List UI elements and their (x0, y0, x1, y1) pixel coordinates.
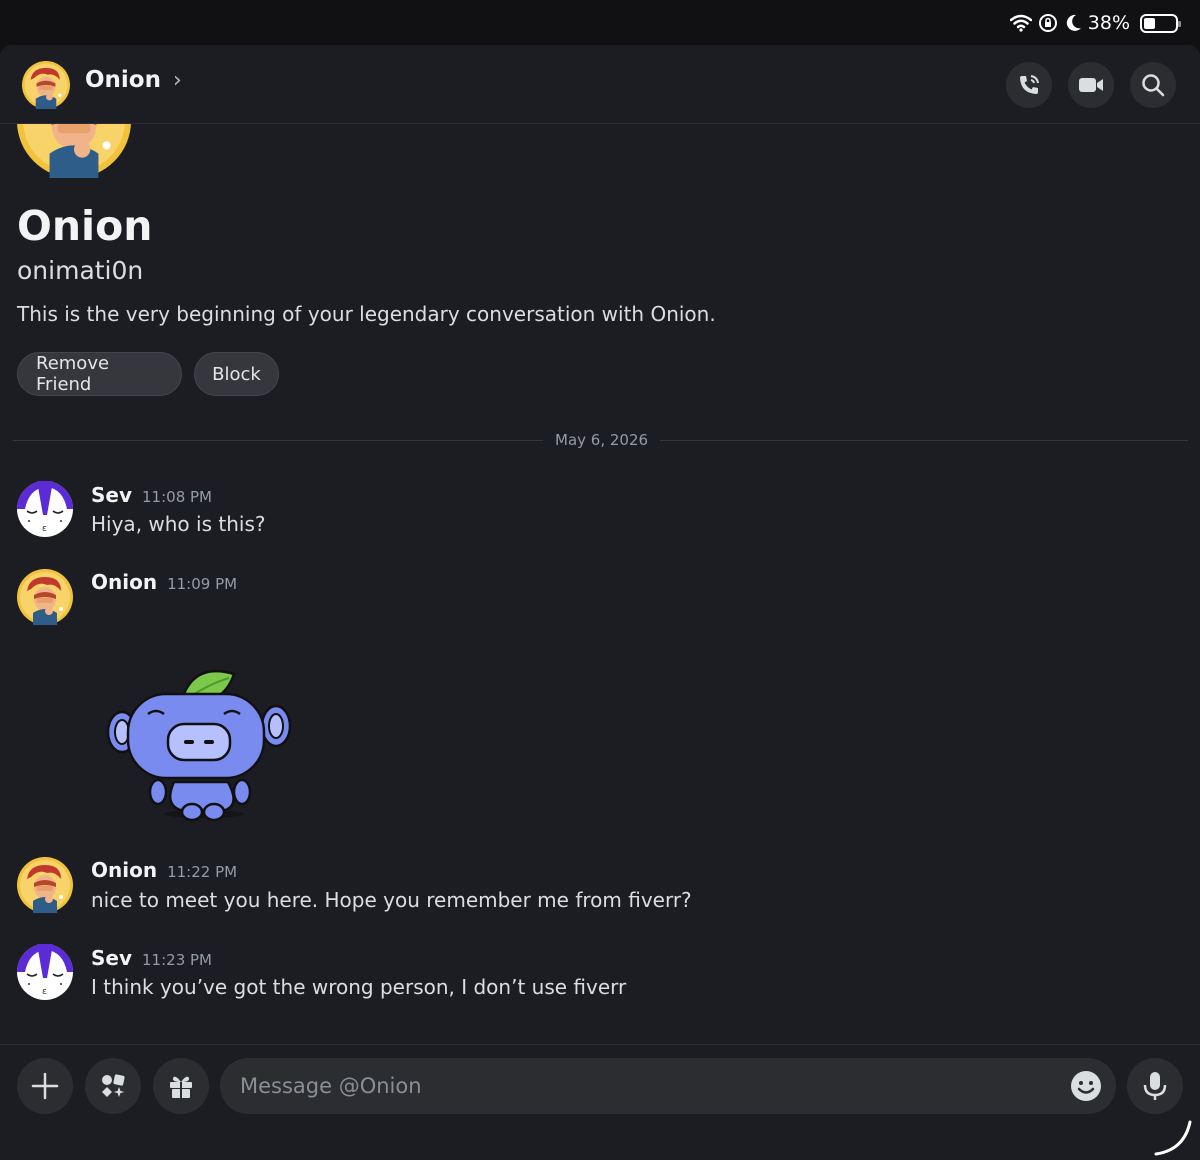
message-timestamp: 11:09 PM (167, 575, 238, 593)
dm-window: Onion › Onion onimati0n This is the very… (0, 45, 1200, 1160)
dm-header: Onion › (0, 45, 1200, 124)
wifi-icon (1009, 14, 1032, 32)
date-divider: May 6, 2026 (543, 431, 661, 449)
avatar[interactable] (17, 944, 73, 1000)
status-bar: 38% (0, 0, 1200, 45)
message-input[interactable]: Message @Onion (220, 1058, 1116, 1114)
message-text: Hiya, who is this? (91, 512, 266, 536)
apps-icon (102, 1074, 125, 1097)
plus-icon (31, 1072, 59, 1100)
moon-icon (1066, 14, 1081, 31)
avatar[interactable] (17, 481, 73, 537)
voice-call-button[interactable] (1006, 62, 1052, 108)
message-header: Onion 11:09 PM (91, 570, 237, 594)
lock-rotation-icon (1038, 14, 1057, 32)
message-input-placeholder: Message @Onion (240, 1074, 422, 1098)
phone-icon (1020, 75, 1039, 94)
message-author[interactable]: Onion (91, 570, 157, 594)
conversation-intro: This is the very beginning of your legen… (17, 302, 716, 326)
message-author[interactable]: Sev (91, 483, 132, 507)
message-timestamp: 11:23 PM (142, 951, 212, 969)
profile-avatar (17, 124, 131, 178)
channel-title-button[interactable]: Onion › (85, 67, 182, 93)
message-header: Onion 11:22 PM (91, 858, 237, 882)
channel-title: Onion (85, 67, 161, 93)
message-author[interactable]: Sev (91, 946, 132, 970)
video-call-button[interactable] (1068, 62, 1114, 108)
home-indicator-icon (1154, 1120, 1192, 1156)
video-icon (1079, 78, 1103, 92)
battery-icon (1140, 13, 1181, 33)
remove-friend-button[interactable]: Remove Friend (17, 352, 182, 396)
gift-button[interactable] (153, 1058, 209, 1114)
avatar[interactable] (17, 857, 73, 913)
mic-icon (1143, 1072, 1167, 1100)
avatar[interactable] (17, 569, 73, 625)
message-header: Sev 11:08 PM (91, 483, 212, 507)
apps-button[interactable] (85, 1058, 141, 1114)
message-header: Sev 11:23 PM (91, 946, 212, 970)
message-composer: Message @Onion (0, 1044, 1200, 1160)
message-author[interactable]: Onion (91, 858, 157, 882)
message-timestamp: 11:22 PM (167, 863, 238, 881)
chevron-right-icon: › (173, 67, 182, 93)
avatar[interactable] (22, 61, 70, 109)
message-text: I think you’ve got the wrong person, I d… (91, 975, 627, 999)
emoji-icon[interactable] (1070, 1070, 1102, 1102)
voice-message-button[interactable] (1127, 1058, 1183, 1114)
profile-name: Onion (17, 202, 153, 250)
message-list[interactable]: Onion onimati0n This is the very beginni… (0, 124, 1200, 1044)
search-icon (1142, 74, 1165, 97)
message-text: nice to meet you here. Hope you remember… (91, 888, 692, 912)
battery-percent: 38% (1087, 12, 1130, 34)
block-button[interactable]: Block (194, 352, 279, 396)
message-timestamp: 11:08 PM (142, 488, 212, 506)
add-attachment-button[interactable] (17, 1058, 73, 1114)
gift-icon (170, 1076, 192, 1098)
wumpus-sticker[interactable] (104, 654, 294, 824)
profile-username: onimati0n (17, 256, 144, 285)
search-button[interactable] (1130, 62, 1176, 108)
